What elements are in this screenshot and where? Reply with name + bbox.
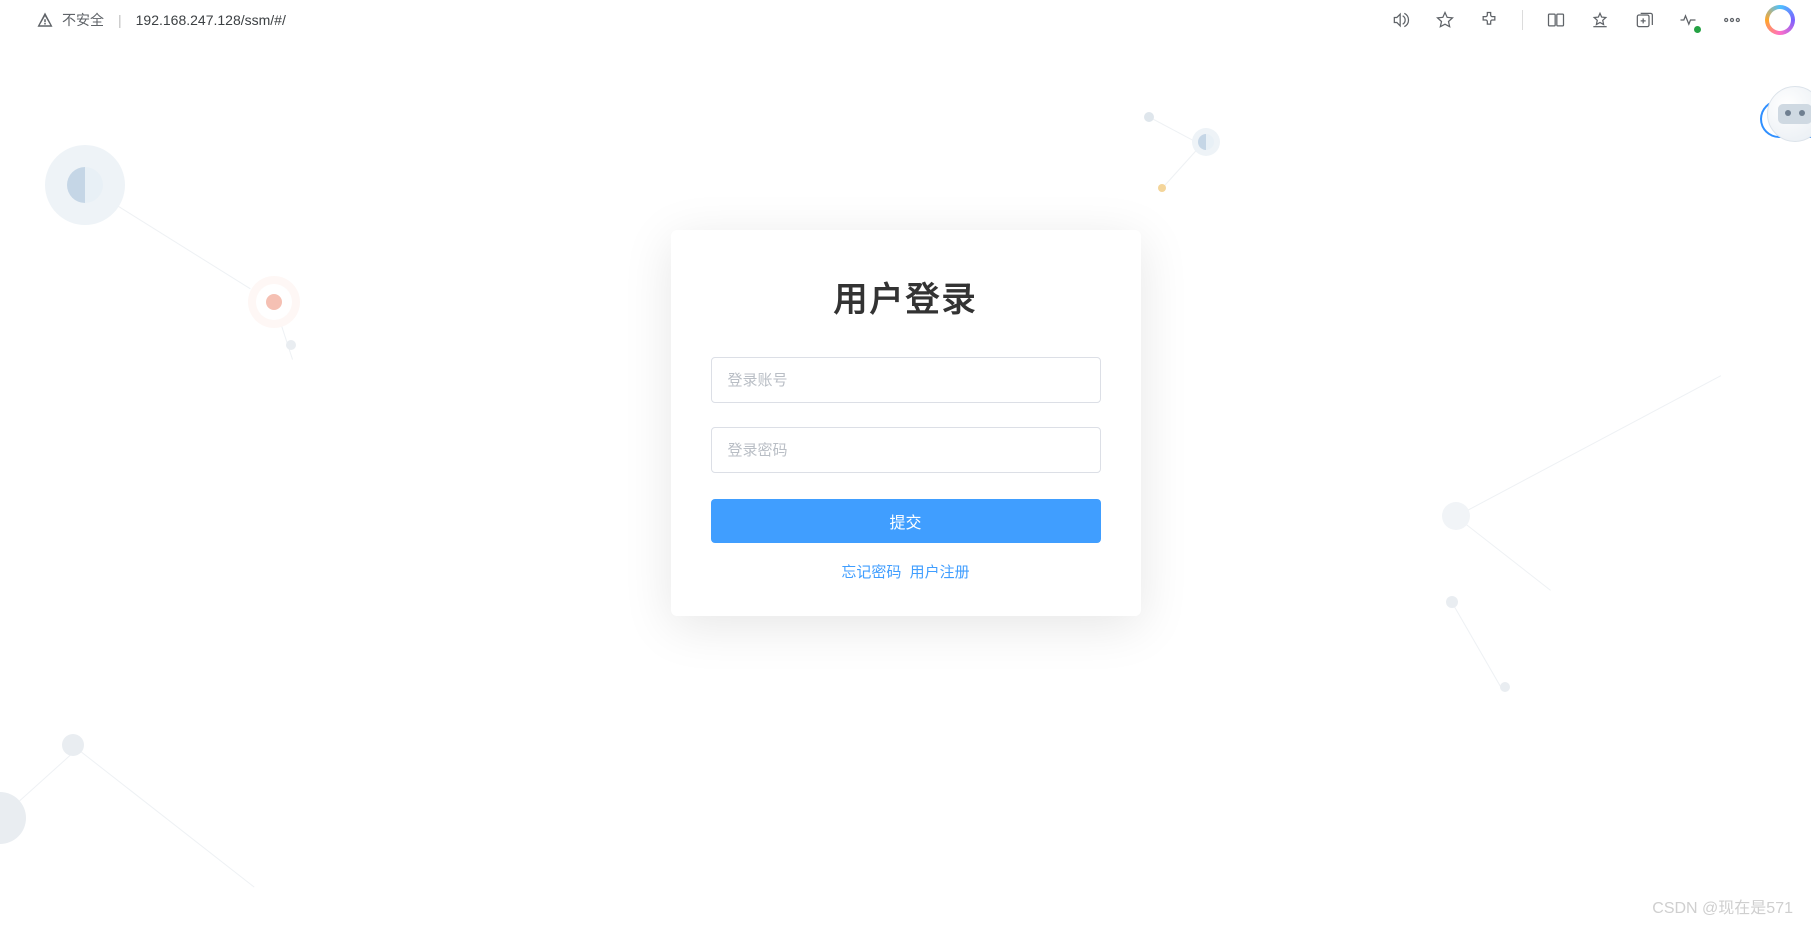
address-separator: | xyxy=(118,12,122,28)
browser-address-bar: 不安全 | 192.168.247.128/ssm/#/ xyxy=(0,0,1811,40)
collections-icon[interactable] xyxy=(1633,9,1655,31)
copilot-icon[interactable] xyxy=(1765,5,1795,35)
split-screen-icon[interactable] xyxy=(1545,9,1567,31)
register-link[interactable]: 用户注册 xyxy=(910,564,970,581)
address-url[interactable]: 192.168.247.128/ssm/#/ xyxy=(136,12,286,28)
toolbar-divider xyxy=(1522,10,1523,30)
read-aloud-icon[interactable] xyxy=(1390,9,1412,31)
security-status-text: 不安全 xyxy=(62,10,104,30)
username-input[interactable] xyxy=(711,357,1101,403)
watermark-text: CSDN @现在是571 xyxy=(1652,894,1793,918)
extensions-icon[interactable] xyxy=(1478,9,1500,31)
security-warning-icon xyxy=(36,11,54,29)
favorites-list-icon[interactable] xyxy=(1589,9,1611,31)
favorite-star-icon[interactable] xyxy=(1434,9,1456,31)
password-input[interactable] xyxy=(711,427,1101,473)
login-card: 用户登录 提交 忘记密码 用户注册 xyxy=(671,230,1141,616)
more-menu-icon[interactable] xyxy=(1721,9,1743,31)
submit-button[interactable]: 提交 xyxy=(711,499,1101,543)
login-links: 忘记密码 用户注册 xyxy=(711,561,1101,582)
forgot-password-link[interactable]: 忘记密码 xyxy=(841,564,901,581)
login-title: 用户登录 xyxy=(711,272,1101,321)
page-content: 英 用户登录 提交 忘记密码 用户注册 CSDN @现在是571 xyxy=(0,40,1811,926)
browser-toolbar-right xyxy=(1390,0,1795,40)
performance-icon[interactable] xyxy=(1677,9,1699,31)
